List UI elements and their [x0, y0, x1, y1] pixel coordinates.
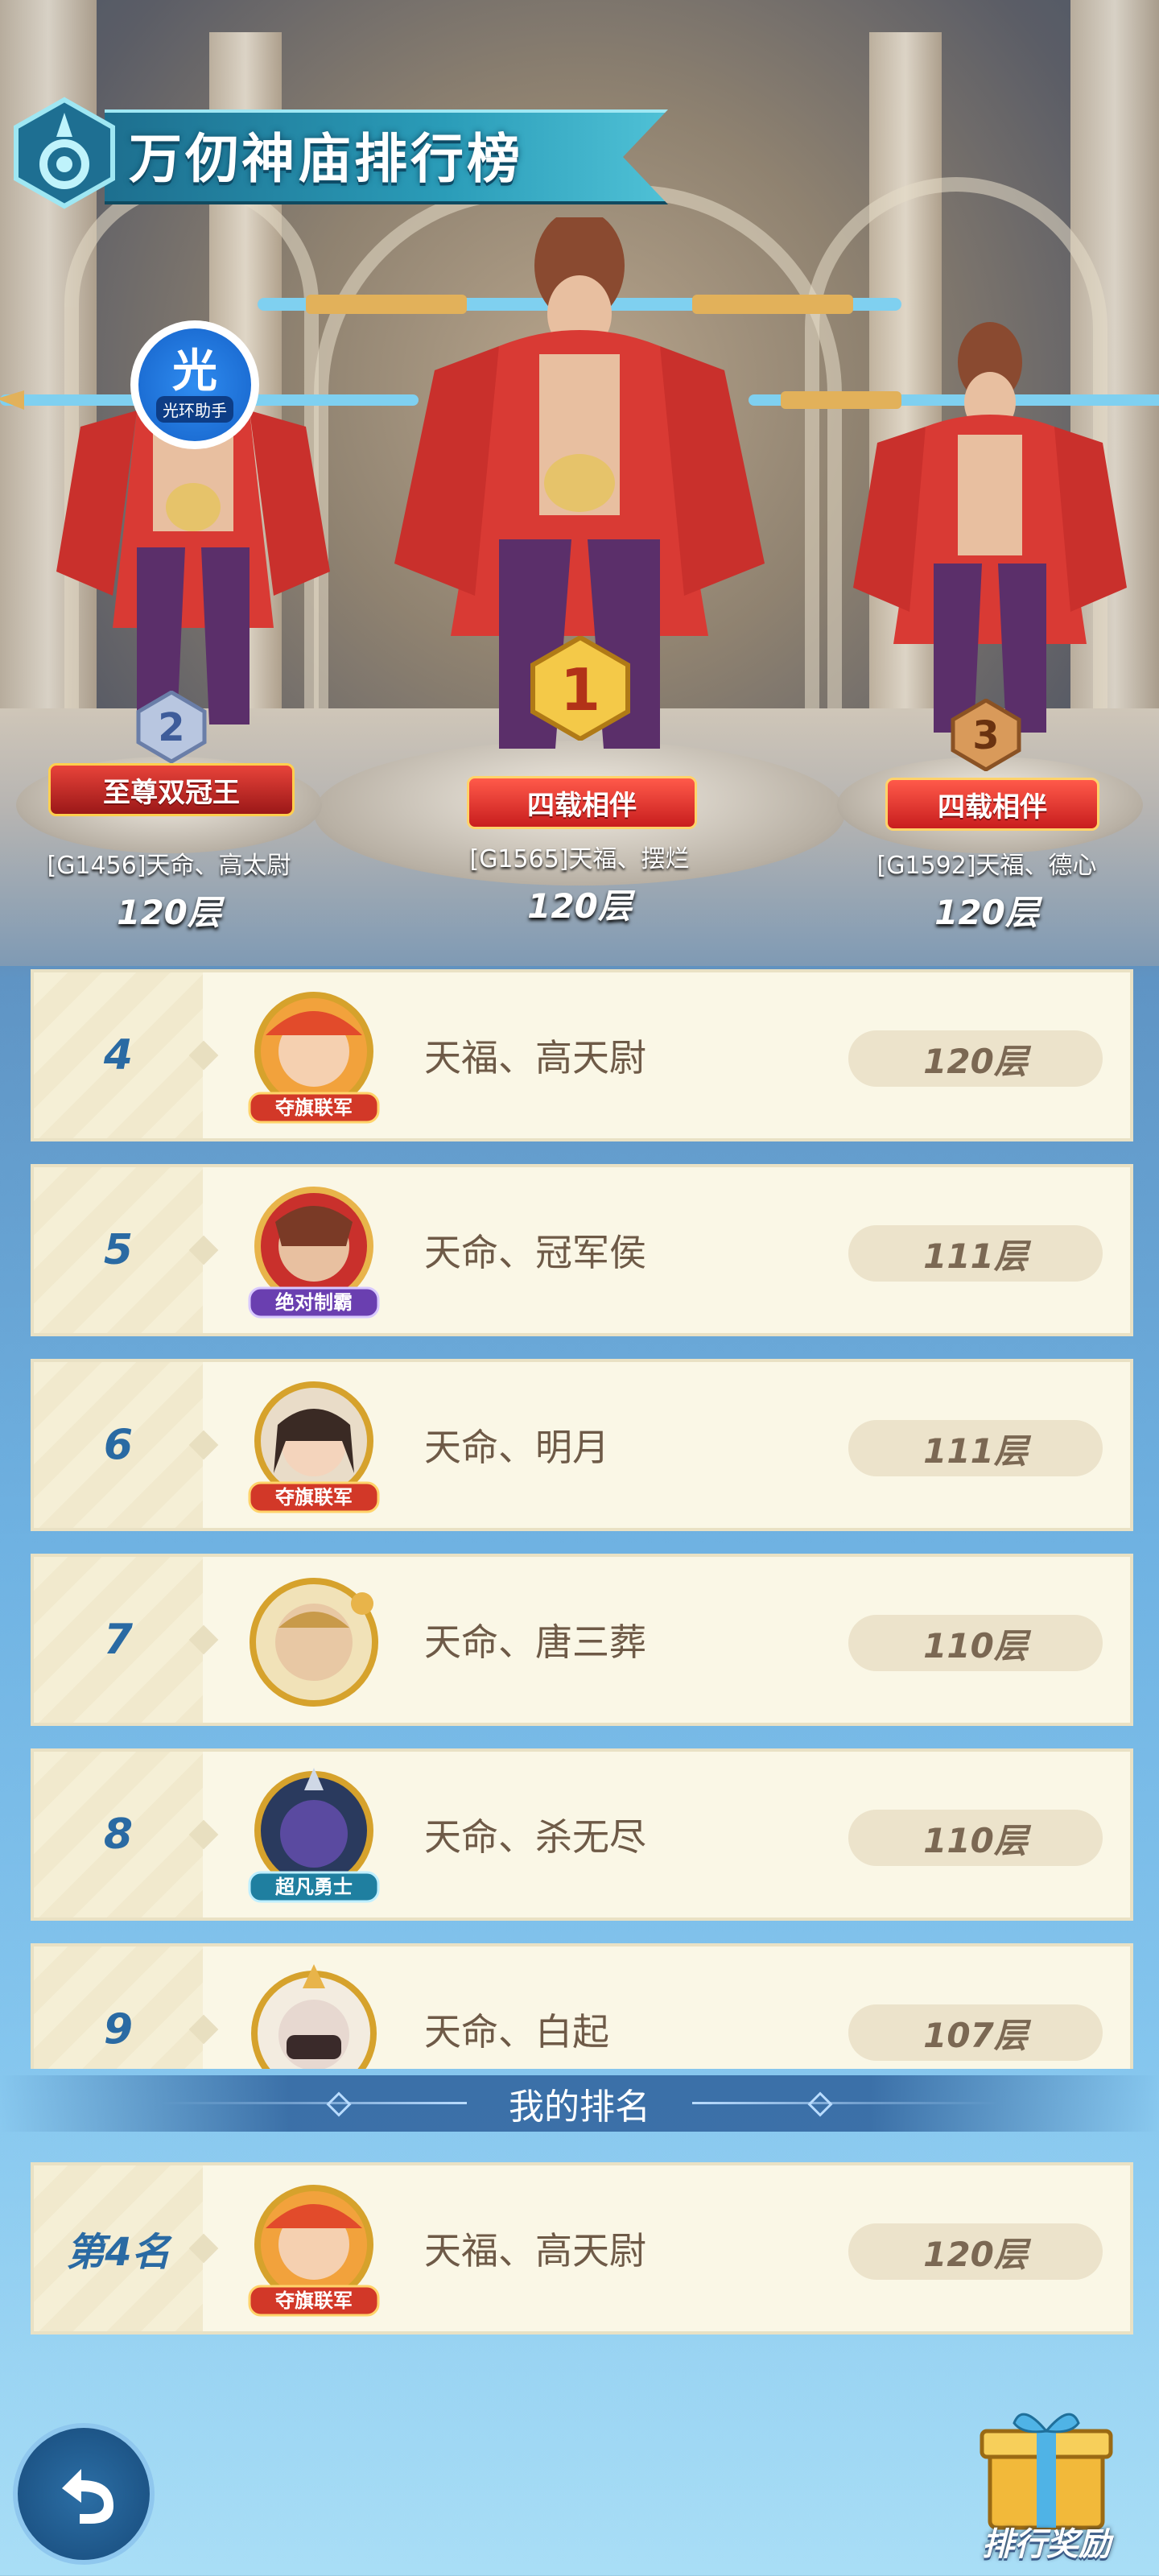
ranking-row[interactable]: 7 天命、唐三葬 110层 — [31, 1554, 1133, 1726]
floor-value: 110层 — [848, 1810, 1103, 1866]
floor-value: 120层 — [934, 893, 1039, 932]
rank-3-number: 3 — [972, 713, 999, 758]
gift-box-icon — [980, 2413, 1113, 2530]
rank-number: 9 — [103, 2005, 134, 2054]
avatar[interactable]: 超凡勇士 — [233, 1766, 394, 1911]
rank-number: 7 — [103, 1616, 134, 1664]
page-title: 万仞神庙排行榜 — [129, 128, 523, 190]
ranking-list[interactable]: 4 夺旗联军 天福、高天尉 120层 5 绝对制霸 天命、冠军侯 111层 6 … — [31, 969, 1133, 2069]
podium-rank-2[interactable]: [G1456]天命、高太尉 120层 — [16, 845, 322, 935]
title-banner: 万仞神庙排行榜 — [8, 97, 676, 209]
floor-value: 120层 — [848, 1030, 1103, 1087]
floor-value: 110层 — [848, 1615, 1103, 1671]
floor-value: 107层 — [848, 2004, 1103, 2061]
player-name: [G1592]天福、德心 — [876, 852, 1097, 880]
character-rank-3[interactable] — [749, 322, 1159, 757]
podium-rank-3[interactable]: [G1592]天福、德心 120层 — [834, 845, 1140, 935]
divider-ornament — [161, 2102, 467, 2104]
ranking-row[interactable]: 8 超凡勇士 天命、杀无尽 110层 — [31, 1748, 1133, 1921]
avatar-badge-label: 超凡勇士 — [275, 1876, 353, 1898]
ranking-row[interactable]: 6 夺旗联军 天命、明月 111层 — [31, 1359, 1133, 1531]
floor-value: 120层 — [848, 2223, 1103, 2280]
divider-diamond — [326, 2091, 352, 2117]
avatar-badge-label: 绝对制霸 — [275, 1291, 353, 1314]
rank-number: 5 — [103, 1226, 134, 1274]
ranking-row[interactable]: 4 夺旗联军 天福、高天尉 120层 — [31, 969, 1133, 1141]
title-badge-rank-3: 四载相伴 — [885, 778, 1099, 831]
floor-value: 120层 — [117, 893, 221, 932]
player-name: 天命、白起 — [424, 2010, 609, 2054]
floor-value: 120层 — [527, 886, 632, 926]
ranking-row[interactable]: 5 绝对制霸 天命、冠军侯 111层 — [31, 1164, 1133, 1336]
helper-badge-label: 光环助手 — [156, 395, 233, 423]
rank-number: 8 — [103, 1810, 134, 1859]
my-rank-number: 第4名 — [66, 2230, 171, 2275]
title-badge-rank-1: 四载相伴 — [467, 776, 697, 829]
avatar[interactable]: 夺旗联军 — [233, 987, 394, 1132]
rank-1-number: 1 — [560, 656, 600, 724]
player-name: 天命、杀无尽 — [424, 1815, 646, 1859]
rank-3-medal-icon: 3 — [950, 698, 1022, 774]
floor-value: 111层 — [848, 1420, 1103, 1476]
helper-badge-glyph: 光 — [172, 345, 217, 398]
avatar[interactable]: 夺旗联军 — [233, 2180, 394, 2325]
rank-number: 6 — [103, 1421, 134, 1469]
helper-badge[interactable]: 光 光环助手 — [130, 320, 259, 449]
floor-value: 111层 — [848, 1225, 1103, 1282]
player-name: 天福、高天尉 — [424, 2229, 646, 2273]
avatar-badge-label: 夺旗联军 — [275, 1096, 353, 1119]
rank-1-medal-icon: 1 — [528, 634, 633, 744]
my-rank-row[interactable]: 第4名 夺旗联军 天福、高天尉 120层 — [31, 2162, 1133, 2334]
rank-2-number: 2 — [158, 705, 184, 750]
back-arrow-icon — [62, 2469, 113, 2524]
back-button[interactable] — [13, 2423, 155, 2565]
rank-reward-label: 排行奖励 — [982, 2526, 1111, 2563]
player-name: 天命、明月 — [424, 1426, 609, 1469]
ranking-row[interactable]: 9 天命、白起 107层 — [31, 1943, 1133, 2069]
temple-emblem-icon — [8, 97, 121, 209]
player-name: 天福、高天尉 — [424, 1036, 646, 1080]
avatar[interactable]: 绝对制霸 — [233, 1182, 394, 1327]
avatar[interactable] — [233, 1961, 394, 2069]
my-rank-header: 我的排名 — [0, 2075, 1159, 2132]
title-badge-rank-2: 至尊双冠王 — [48, 763, 295, 816]
podium-rank-1[interactable]: [G1565]天福、摆烂 120层 — [427, 839, 732, 928]
player-name: [G1456]天命、高太尉 — [47, 852, 291, 880]
player-name: [G1565]天福、摆烂 — [469, 845, 690, 873]
divider-diamond — [807, 2091, 833, 2117]
divider-ornament — [692, 2102, 998, 2104]
player-name: 天命、冠军侯 — [424, 1231, 646, 1274]
my-rank-title: 我的排名 — [509, 2087, 650, 2128]
avatar-badge-label: 夺旗联军 — [275, 1486, 353, 1509]
avatar-badge-label: 夺旗联军 — [275, 2289, 353, 2312]
player-name: 天命、唐三葬 — [424, 1620, 646, 1664]
rank-number: 4 — [103, 1031, 134, 1080]
avatar[interactable]: 夺旗联军 — [233, 1377, 394, 1521]
rank-reward-button[interactable]: 排行奖励 — [966, 2407, 1127, 2576]
avatar[interactable] — [233, 1571, 394, 1716]
rank-2-medal-icon: 2 — [135, 690, 208, 766]
